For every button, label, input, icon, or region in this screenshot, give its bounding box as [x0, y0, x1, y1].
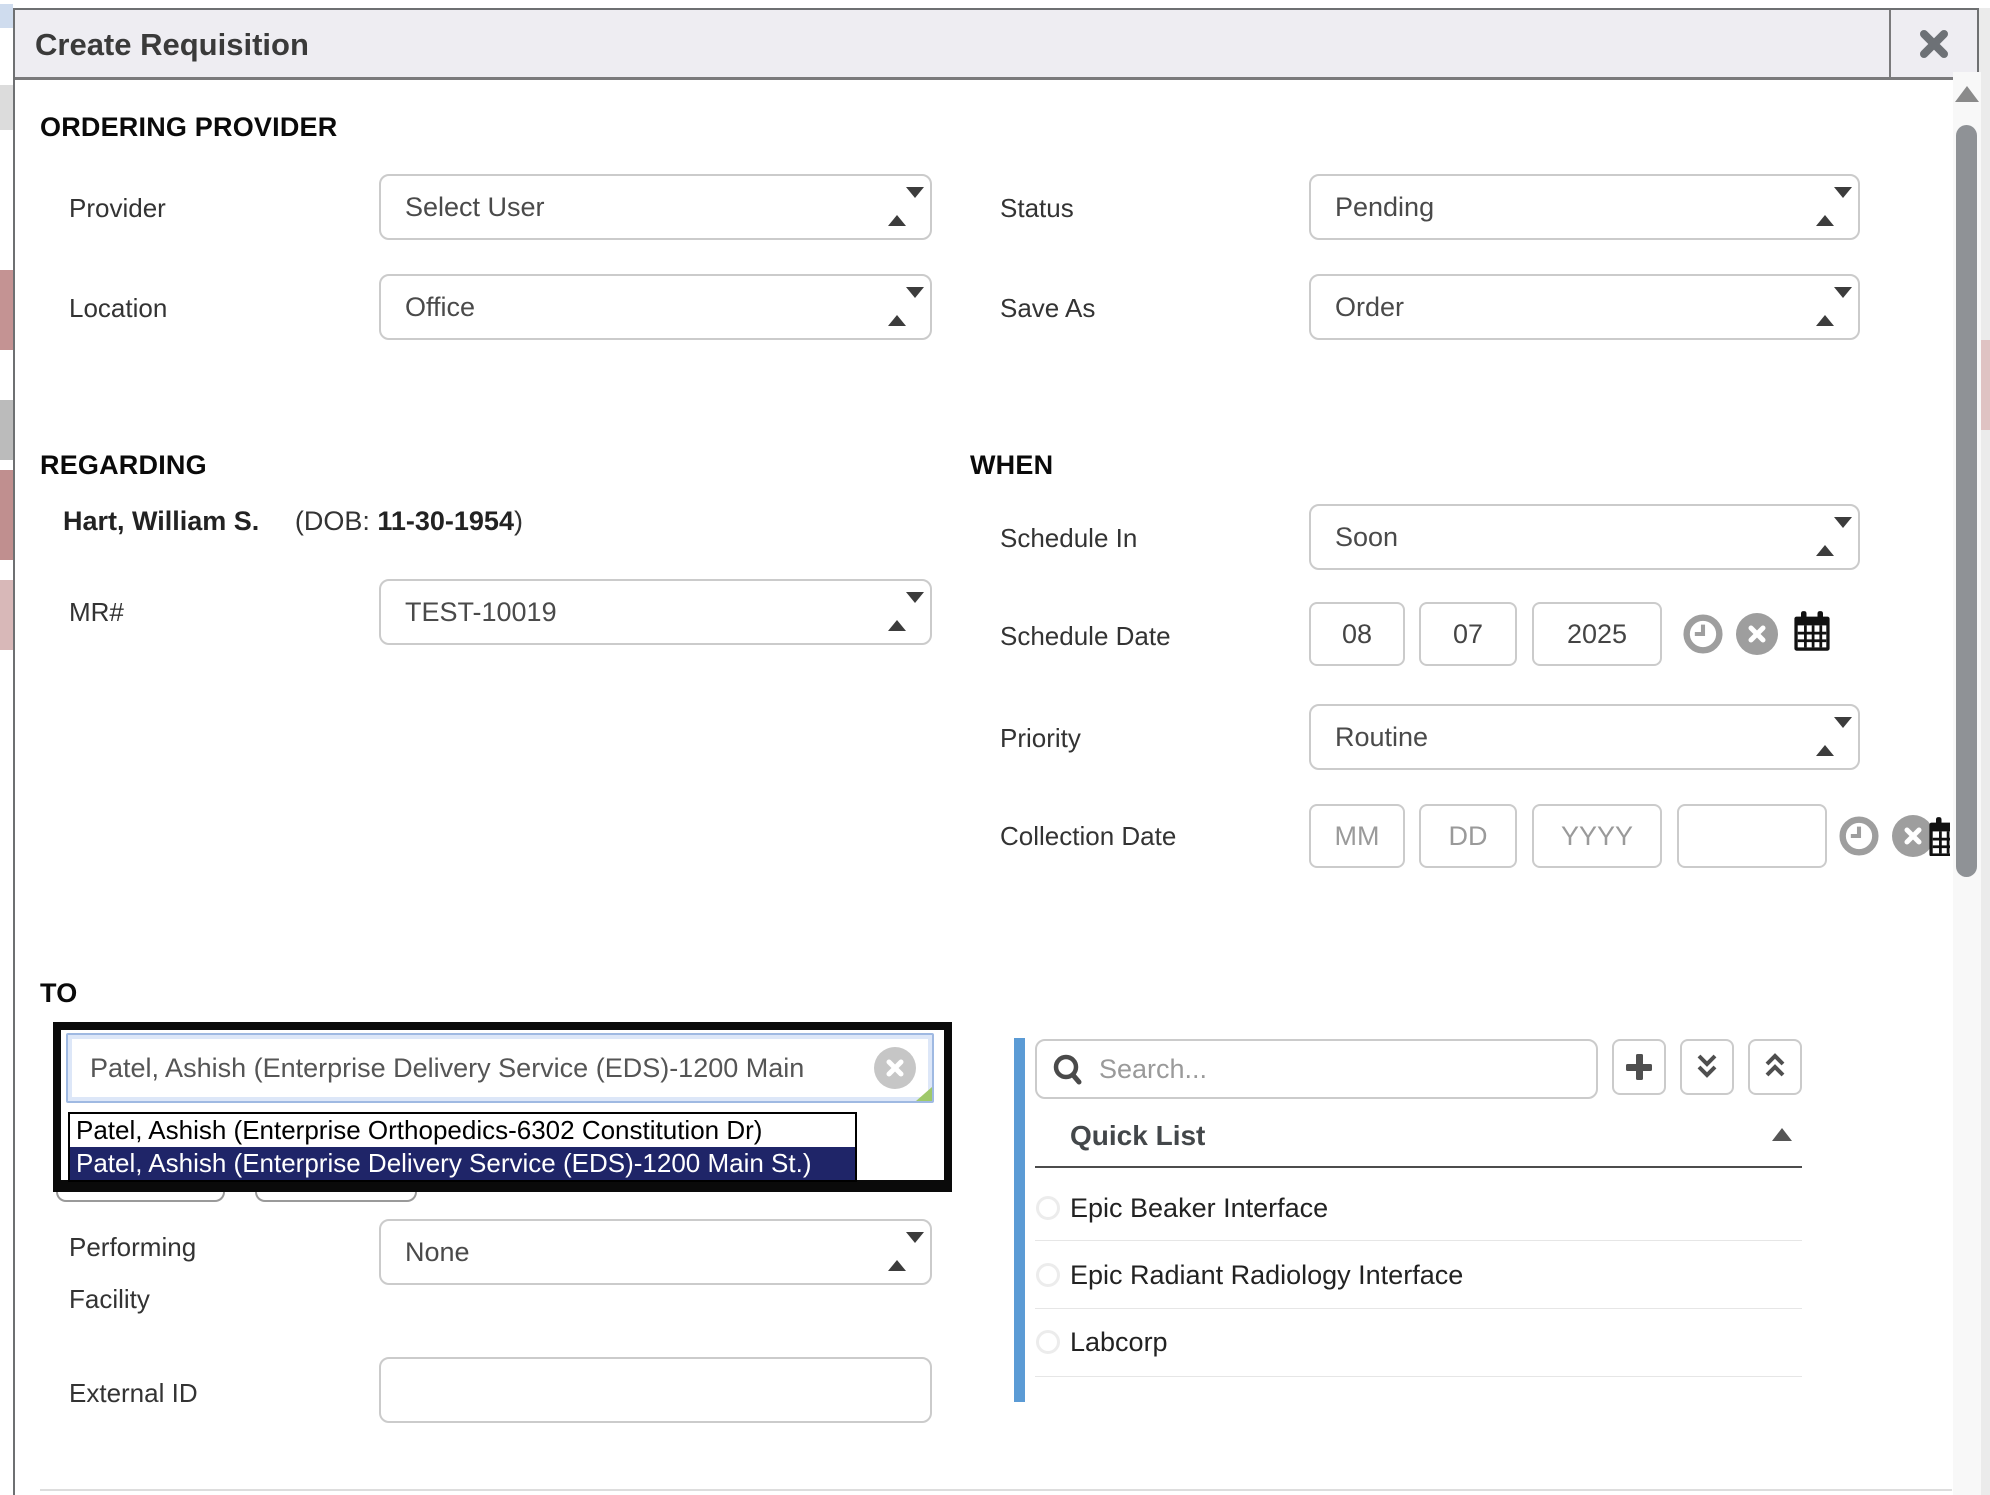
patient-name: Hart, William S.	[63, 506, 259, 536]
quick-list-radio[interactable]	[1036, 1263, 1060, 1287]
collection-time-clock-icon[interactable]	[1838, 815, 1880, 862]
add-recipient-button[interactable]	[1612, 1039, 1666, 1095]
chevron-updown-icon	[1816, 528, 1836, 546]
location-select-value: Office	[405, 292, 475, 323]
recipient-clear-icon[interactable]	[874, 1047, 916, 1089]
to-heading: TO	[40, 978, 77, 1009]
performing-facility-select[interactable]: None	[379, 1219, 932, 1285]
collection-month-input[interactable]	[1309, 804, 1405, 868]
ordering-provider-heading: ORDERING PROVIDER	[40, 112, 337, 143]
plus-icon	[1624, 1052, 1654, 1082]
chevron-updown-icon	[1816, 728, 1836, 746]
schedule-in-label: Schedule In	[1000, 523, 1137, 554]
save-as-label: Save As	[1000, 293, 1095, 324]
scrollbar-thumb[interactable]	[1956, 125, 1977, 877]
save-as-select-value: Order	[1335, 292, 1404, 323]
external-id-input[interactable]	[379, 1357, 932, 1423]
collection-year-input[interactable]	[1532, 804, 1662, 868]
directory-accent-bar	[1014, 1038, 1025, 1402]
provider-select[interactable]: Select User	[379, 174, 932, 240]
collection-date-calendar-icon[interactable]	[1927, 816, 1950, 856]
double-chevron-up-icon	[1760, 1051, 1790, 1083]
collection-time-input[interactable]	[1677, 804, 1827, 868]
recipient-option[interactable]: Patel, Ashish (Enterprise Orthopedics-63…	[70, 1114, 855, 1147]
save-as-select[interactable]: Order	[1309, 274, 1860, 340]
collection-date-label: Collection Date	[1000, 821, 1176, 852]
status-label: Status	[1000, 193, 1074, 224]
collapse-all-button[interactable]	[1748, 1039, 1802, 1095]
schedule-date-label: Schedule Date	[1000, 621, 1171, 652]
provider-select-value: Select User	[405, 192, 545, 223]
status-select[interactable]: Pending	[1309, 174, 1860, 240]
double-chevron-down-icon	[1692, 1051, 1722, 1083]
chevron-updown-icon	[888, 298, 908, 316]
location-select[interactable]: Office	[379, 274, 932, 340]
schedule-date-calendar-icon[interactable]	[1792, 610, 1832, 659]
collection-day-input[interactable]	[1419, 804, 1517, 868]
provider-label: Provider	[69, 193, 166, 224]
performing-facility-select-value: None	[405, 1237, 470, 1268]
quick-list-radio[interactable]	[1036, 1330, 1060, 1354]
status-select-value: Pending	[1335, 192, 1434, 223]
dob-prefix: (DOB:	[295, 506, 378, 536]
modal-title: Create Requisition	[35, 27, 309, 63]
dob-suffix: )	[514, 506, 523, 536]
mr-select-value: TEST-10019	[405, 597, 557, 628]
regarding-heading: REGARDING	[40, 450, 207, 481]
priority-select[interactable]: Routine	[1309, 704, 1860, 770]
list-divider	[1035, 1308, 1802, 1309]
quick-list-item[interactable]: Epic Radiant Radiology Interface	[1070, 1260, 1463, 1291]
background-page-fragment	[0, 470, 13, 560]
dob-value: 11-30-1954	[377, 506, 514, 536]
schedule-in-select[interactable]: Soon	[1309, 504, 1860, 570]
chevron-updown-icon	[1816, 198, 1836, 216]
schedule-in-select-value: Soon	[1335, 522, 1398, 553]
patient-line: Hart, William S. (DOB: 11-30-1954)	[63, 506, 523, 537]
external-id-label: External ID	[69, 1378, 198, 1409]
resize-grip-icon[interactable]	[916, 1087, 932, 1101]
quick-list-heading: Quick List	[1070, 1120, 1205, 1152]
chevron-updown-icon	[888, 198, 908, 216]
search-icon	[1051, 1052, 1085, 1091]
list-divider	[1035, 1240, 1802, 1241]
location-label: Location	[69, 293, 167, 324]
recipient-search-input[interactable]	[66, 1033, 934, 1103]
list-divider	[1035, 1376, 1802, 1377]
background-page-fragment	[0, 400, 13, 460]
scrollbar-up-arrow-icon[interactable]	[1955, 86, 1979, 102]
directory-search-input[interactable]	[1035, 1039, 1598, 1099]
recipient-option-selected[interactable]: Patel, Ashish (Enterprise Delivery Servi…	[70, 1147, 855, 1180]
collapse-section-icon[interactable]	[1772, 1128, 1792, 1141]
quick-list-item[interactable]: Labcorp	[1070, 1327, 1168, 1358]
performing-facility-label-line1: Performing	[69, 1232, 196, 1263]
schedule-year-input[interactable]	[1532, 602, 1662, 666]
background-page-fragment	[0, 580, 13, 650]
quick-list-radio[interactable]	[1036, 1196, 1060, 1220]
schedule-time-clock-icon[interactable]	[1682, 613, 1724, 660]
expand-all-button[interactable]	[1680, 1039, 1734, 1095]
performing-facility-label-line2: Facility	[69, 1284, 150, 1315]
mr-label: MR#	[69, 597, 124, 628]
close-icon	[1917, 27, 1951, 61]
chevron-updown-icon	[888, 603, 908, 621]
recipient-options-list: Patel, Ashish (Enterprise Orthopedics-63…	[68, 1112, 857, 1182]
mr-select[interactable]: TEST-10019	[379, 579, 932, 645]
chevron-updown-icon	[888, 1243, 908, 1261]
when-heading: WHEN	[970, 450, 1053, 481]
background-page-fragment	[0, 270, 13, 350]
quick-list-item[interactable]: Epic Beaker Interface	[1070, 1193, 1328, 1224]
background-page-fragment	[0, 85, 13, 130]
modal-titlebar: Create Requisition	[15, 10, 1977, 80]
create-requisition-modal: Create Requisition ORDERING PROVIDER Pro…	[13, 8, 1979, 1495]
close-button[interactable]	[1889, 10, 1977, 77]
priority-select-value: Routine	[1335, 722, 1428, 753]
priority-label: Priority	[1000, 723, 1081, 754]
chevron-updown-icon	[1816, 298, 1836, 316]
schedule-day-input[interactable]	[1419, 602, 1517, 666]
background-page-fragment	[0, 4, 13, 28]
schedule-date-clear-icon[interactable]	[1736, 613, 1778, 655]
schedule-month-input[interactable]	[1309, 602, 1405, 666]
section-divider	[40, 1489, 1952, 1491]
quick-list-divider	[1035, 1166, 1802, 1168]
